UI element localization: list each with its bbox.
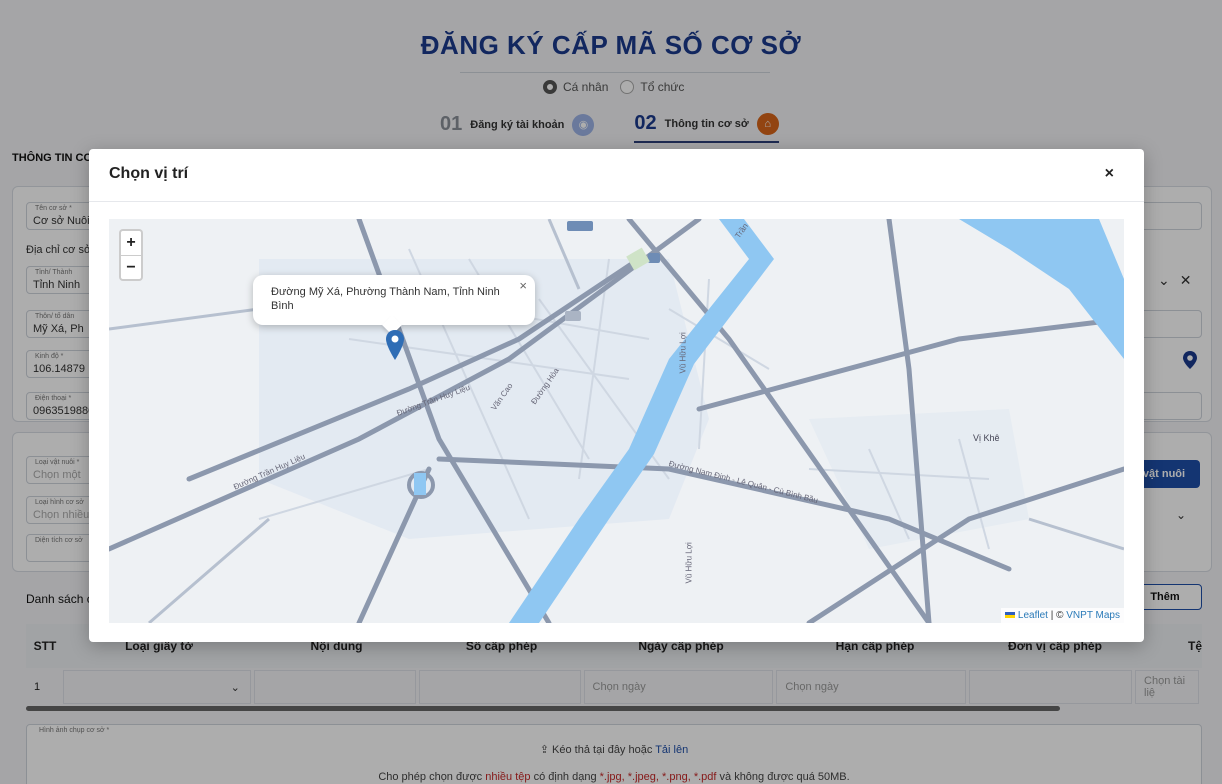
zoom-control: + − (119, 229, 143, 281)
location-marker-icon[interactable] (385, 329, 405, 361)
close-icon[interactable]: × (1105, 165, 1114, 183)
map-attribution: Leaflet | © VNPT Maps (1000, 608, 1124, 623)
modal-title: Chọn vị trí (109, 165, 189, 182)
location-popup: Đường Mỹ Xá, Phường Thành Nam, Tỉnh Ninh… (253, 275, 535, 335)
ukraine-flag-icon (1004, 612, 1015, 618)
location-picker-modal: Chọn vị trí × Đường Trần Huy Liệu Đường … (89, 149, 1144, 642)
zoom-out-button[interactable]: − (121, 255, 141, 279)
vnpt-maps-link[interactable]: VNPT Maps (1066, 610, 1120, 621)
attribution-separator: | © (1050, 610, 1064, 621)
street-label: Vũ Hữu Lợi (684, 542, 694, 584)
zoom-in-button[interactable]: + (121, 231, 141, 255)
street-label: Vũ Hữu Lợi (678, 332, 688, 374)
place-label: Vị Khê (973, 433, 1000, 443)
map-canvas[interactable]: Đường Trần Huy Liệu Đường Trần Huy Liệu … (109, 219, 1124, 623)
popup-address: Đường Mỹ Xá, Phường Thành Nam, Tỉnh Ninh… (271, 286, 500, 312)
modal-divider (89, 201, 1144, 202)
leaflet-link[interactable]: Leaflet (1018, 610, 1048, 621)
popup-close-icon[interactable]: × (519, 279, 527, 293)
